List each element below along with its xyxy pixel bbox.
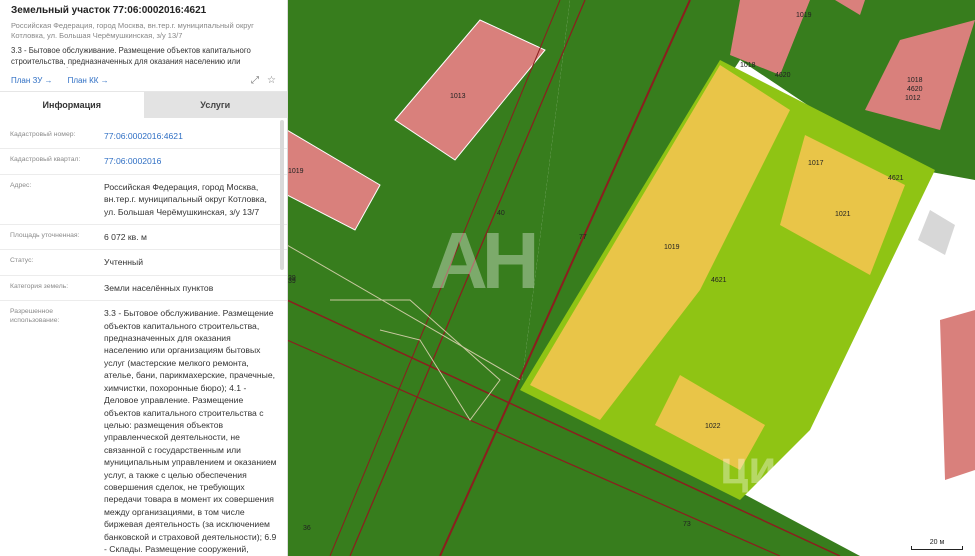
field-value: 6 072 кв. м: [104, 232, 147, 243]
info-panel: Земельный участок 77:06:0002016:4621 Рос…: [0, 0, 288, 556]
cadastral-map[interactable]: 40 77 39 36 73 1019 1019 4620 1018 1019 …: [287, 0, 975, 556]
field-label: Кадастровый квартал:: [10, 156, 81, 164]
parcel-title: Земельный участок 77:06:0002016:4621: [11, 5, 207, 16]
map-label: 1013: [450, 93, 466, 100]
map-label: 1022: [705, 423, 721, 430]
map-label: 1019: [664, 244, 680, 251]
scale-label: 20 м: [929, 539, 945, 546]
field-label: Кадастровый номер:: [10, 131, 76, 138]
map-label: 36: [303, 525, 311, 532]
map-label: 4621: [711, 277, 727, 284]
field-row: Площадь уточненная: 6 072 кв. м: [0, 225, 287, 251]
field-label: Статус:: [10, 257, 34, 265]
map-label: 4621: [888, 175, 904, 182]
expand-icon[interactable]: ⤢: [251, 75, 259, 86]
field-row: Кадастровый квартал: 77:06:0002016: [0, 149, 287, 175]
tab-info[interactable]: Информация: [0, 92, 144, 118]
map-label: 40: [497, 210, 505, 217]
star-icon[interactable]: ☆: [267, 75, 276, 86]
field-label: Разрешенное использование:: [10, 308, 60, 325]
field-value: Учтенный: [104, 257, 144, 268]
scale-line: [911, 546, 963, 550]
field-row: Кадастровый номер: 77:06:0002016:4621: [0, 124, 287, 150]
field-label: Адрес:: [10, 181, 32, 189]
field-value: 3.3 - Бытовое обслуживание. Размещение о…: [104, 308, 277, 554]
field-value: Российская Федерация, город Москва, вн.т…: [104, 181, 267, 217]
map-label: 73: [683, 521, 691, 528]
map-label: 1017: [808, 160, 824, 167]
scale-bar: 20 м: [907, 538, 967, 552]
map-label: 39: [288, 275, 296, 282]
field-row: Адрес: Российская Федерация, город Москв…: [0, 175, 287, 226]
plan-zu-link[interactable]: План ЗУ →: [11, 76, 53, 85]
field-label: Категория земель:: [10, 282, 69, 290]
map-label: 1018: [907, 77, 923, 84]
map-label: 1018: [740, 62, 756, 69]
cadastral-number-link[interactable]: 77:06:0002016:4621: [104, 130, 277, 142]
plan-kk-link[interactable]: План КК →: [68, 76, 109, 85]
parcel-description: 3.3 - Бытовое обслуживание. Размещение о…: [11, 46, 258, 68]
field-row: Разрешенное использование: 3.3 - Бытовое…: [0, 301, 287, 556]
building-pink[interactable]: [940, 310, 975, 480]
field-row: Статус: Учтенный: [0, 250, 287, 276]
map-label: 77: [579, 234, 587, 241]
cadastral-quarter-link[interactable]: 77:06:0002016: [104, 155, 277, 167]
map-label: 1012: [905, 95, 921, 102]
field-label: Площадь уточненная:: [10, 232, 80, 240]
map-label: 1019: [796, 12, 812, 19]
map-label: 4620: [775, 72, 791, 79]
map-label: 4620: [907, 86, 923, 93]
panel-scrollbar[interactable]: [280, 120, 284, 270]
field-row: Категория земель: Земли населённых пункт…: [0, 276, 287, 302]
map-label: 1021: [835, 211, 851, 218]
parcel-address: Российская Федерация, город Москва, вн.т…: [11, 21, 254, 40]
tab-services[interactable]: Услуги: [143, 92, 287, 118]
map-label: 1019: [288, 168, 304, 175]
field-value: Земли населённых пунктов: [104, 282, 214, 293]
